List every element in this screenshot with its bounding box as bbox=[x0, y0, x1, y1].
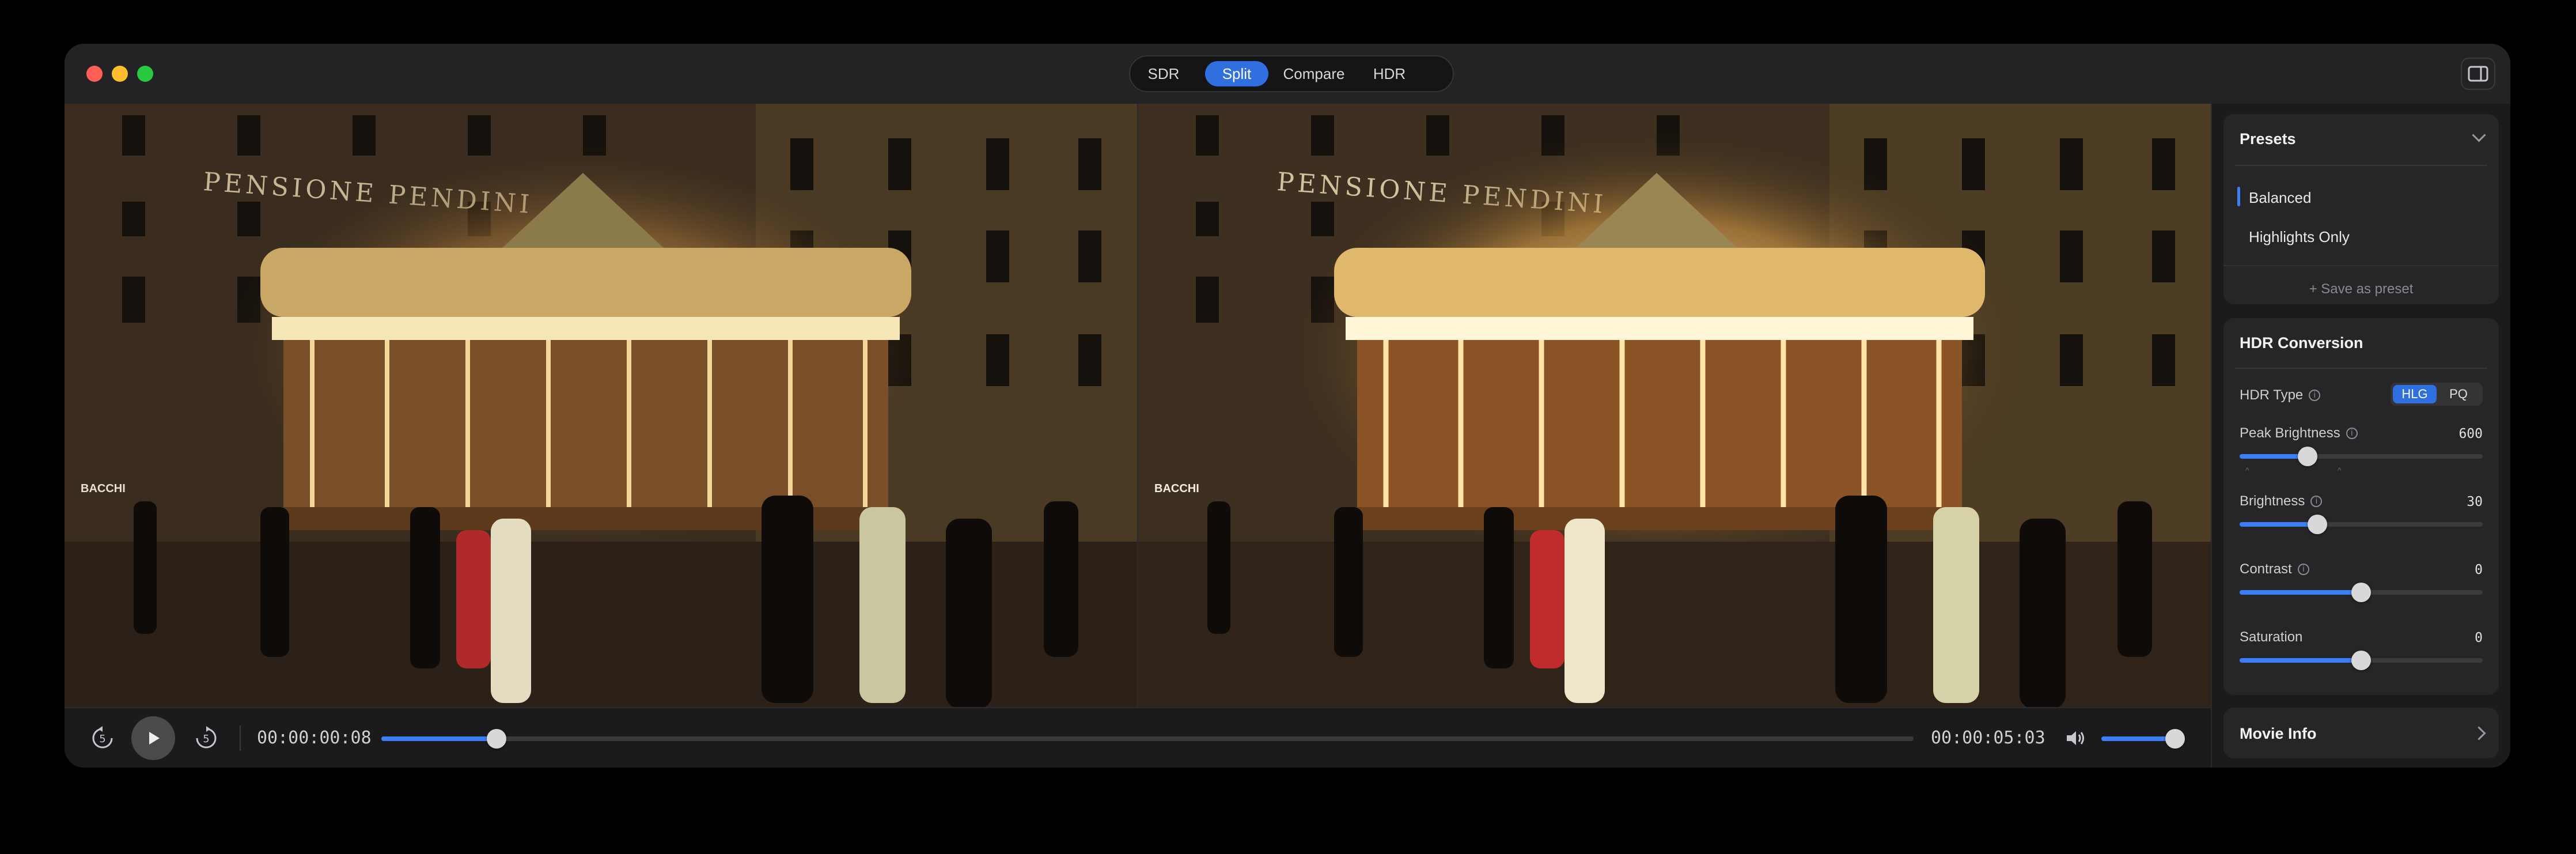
maximize-window-button[interactable] bbox=[137, 66, 153, 82]
speaker-icon bbox=[2067, 731, 2084, 745]
presets-header[interactable]: Presets bbox=[2223, 114, 2499, 165]
sidebar-toggle-button[interactable] bbox=[2461, 58, 2495, 90]
inspector-sidebar: Presets Balanced Highlights Only + Save … bbox=[2211, 104, 2510, 768]
slider-knob[interactable] bbox=[2298, 447, 2317, 466]
scrubber-knob[interactable] bbox=[487, 729, 506, 749]
contrast-label: Contrast i bbox=[2240, 561, 2309, 577]
bacchi-sign-text-hdr: BACCHI bbox=[1154, 482, 1199, 495]
volume-button[interactable] bbox=[2059, 721, 2093, 755]
contrast-text: Contrast bbox=[2240, 561, 2292, 577]
tab-split[interactable]: Split bbox=[1205, 61, 1268, 86]
skip-forward-button[interactable]: 5 bbox=[189, 721, 223, 755]
peak-brightness-label: Peak Brightness i bbox=[2240, 425, 2358, 441]
contrast-value: 0 bbox=[2475, 562, 2483, 577]
sidebar-icon bbox=[2468, 66, 2488, 82]
preset-label: Highlights Only bbox=[2249, 228, 2350, 245]
scrubber-track[interactable] bbox=[381, 729, 1914, 749]
preset-item-highlights-only[interactable]: Highlights Only bbox=[2223, 221, 2499, 250]
video-viewer: PENSIONE PENDINI BACCHI bbox=[65, 104, 2211, 707]
hdr-conversion-title: HDR Conversion bbox=[2240, 334, 2363, 352]
save-preset-label: Save as preset bbox=[2321, 281, 2414, 297]
tab-hdr[interactable]: HDR bbox=[1361, 61, 1418, 86]
preset-label: Balanced bbox=[2249, 189, 2312, 206]
carousel-photo-sdr: PENSIONE PENDINI BACCHI bbox=[65, 104, 1137, 707]
brightness-label: Brightness i bbox=[2240, 493, 2323, 509]
skip-back-button[interactable]: 5 bbox=[85, 721, 120, 755]
saturation-text: Saturation bbox=[2240, 629, 2303, 645]
hdr-type-pq[interactable]: PQ bbox=[2437, 385, 2480, 403]
save-as-preset-button[interactable]: + Save as preset bbox=[2223, 281, 2499, 297]
hdr-conversion-card: HDR Conversion HDR Type i HLG PQ Peak Br… bbox=[2223, 318, 2499, 695]
peak-brightness-value: 600 bbox=[2458, 426, 2483, 441]
transport-separator bbox=[240, 725, 241, 751]
close-window-button[interactable] bbox=[86, 66, 103, 82]
hdr-type-toggle: HLG PQ bbox=[2391, 383, 2483, 406]
info-icon[interactable]: i bbox=[2309, 390, 2321, 401]
peak-brightness-slider[interactable] bbox=[2240, 447, 2483, 466]
play-icon bbox=[149, 732, 160, 745]
hdr-preview-pane: PENSIONE PENDINI BACCHI bbox=[1138, 104, 2211, 707]
brightness-value: 30 bbox=[2467, 494, 2483, 509]
presets-title: Presets bbox=[2240, 130, 2296, 148]
info-icon[interactable]: i bbox=[2297, 564, 2309, 575]
view-mode-segmented-control: SDR Split Compare HDR bbox=[1129, 55, 1454, 92]
movie-info-card[interactable]: Movie Info bbox=[2223, 708, 2499, 758]
saturation-slider[interactable] bbox=[2240, 651, 2483, 670]
brightness-slider[interactable] bbox=[2240, 515, 2483, 534]
slider-knob[interactable] bbox=[2351, 583, 2371, 602]
hdr-type-label: HDR Type i bbox=[2240, 387, 2321, 403]
volume-level bbox=[2101, 736, 2175, 741]
volume-slider[interactable] bbox=[2101, 729, 2185, 749]
skip-back-5-icon: 5 bbox=[92, 726, 113, 749]
svg-text:5: 5 bbox=[99, 733, 105, 745]
divider bbox=[2223, 265, 2499, 266]
chevron-right-icon bbox=[2472, 726, 2486, 740]
scrubber-progress bbox=[381, 736, 497, 741]
saturation-label: Saturation bbox=[2240, 629, 2302, 645]
volume-knob[interactable] bbox=[2165, 729, 2185, 749]
play-button[interactable] bbox=[131, 716, 175, 760]
contrast-slider[interactable] bbox=[2240, 583, 2483, 602]
svg-text:5: 5 bbox=[203, 733, 209, 745]
presets-card: Presets Balanced Highlights Only + Save … bbox=[2223, 114, 2499, 304]
hdr-type-hlg[interactable]: HLG bbox=[2393, 385, 2437, 403]
tick-mark: ^ bbox=[2245, 466, 2249, 475]
playback-controls: 5 5 00:00:00:08 00:00:05:03 bbox=[65, 707, 2211, 768]
saturation-value: 0 bbox=[2475, 630, 2483, 645]
slider-fill bbox=[2240, 590, 2361, 595]
minimize-window-button[interactable] bbox=[112, 66, 128, 82]
skip-forward-5-icon: 5 bbox=[196, 726, 217, 749]
tab-sdr[interactable]: SDR bbox=[1135, 61, 1192, 86]
slider-knob[interactable] bbox=[2351, 651, 2371, 670]
tab-compare[interactable]: Compare bbox=[1275, 61, 1353, 86]
brightness-text: Brightness bbox=[2240, 493, 2305, 509]
slider-knob[interactable] bbox=[2308, 515, 2327, 534]
info-icon[interactable]: i bbox=[2346, 428, 2358, 439]
chevron-down-icon bbox=[2472, 128, 2486, 142]
divider bbox=[2235, 368, 2487, 369]
preset-item-balanced[interactable]: Balanced bbox=[2223, 182, 2499, 211]
carousel-photo-hdr: PENSIONE PENDINI BACCHI bbox=[1138, 104, 2211, 707]
selected-indicator bbox=[2237, 187, 2240, 206]
peak-brightness-text: Peak Brightness bbox=[2240, 425, 2340, 441]
current-time: 00:00:00:08 bbox=[257, 728, 372, 748]
slider-fill bbox=[2240, 522, 2317, 527]
hdr-type-text: HDR Type bbox=[2240, 387, 2304, 403]
movie-info-title: Movie Info bbox=[2240, 725, 2317, 742]
slider-fill bbox=[2240, 658, 2361, 663]
info-icon[interactable]: i bbox=[2310, 496, 2323, 507]
sdr-preview-pane: PENSIONE PENDINI BACCHI bbox=[65, 104, 1137, 707]
bacchi-sign-text: BACCHI bbox=[81, 482, 126, 495]
app-window: SDR Split Compare HDR PENSIONE BACCHI PE… bbox=[65, 44, 2510, 768]
total-time: 00:00:05:03 bbox=[1931, 728, 2045, 748]
plus-icon: + bbox=[2309, 281, 2317, 297]
title-bar: SDR Split Compare HDR bbox=[65, 44, 2510, 104]
divider bbox=[2235, 165, 2487, 166]
tick-mark: ^ bbox=[2338, 466, 2342, 475]
